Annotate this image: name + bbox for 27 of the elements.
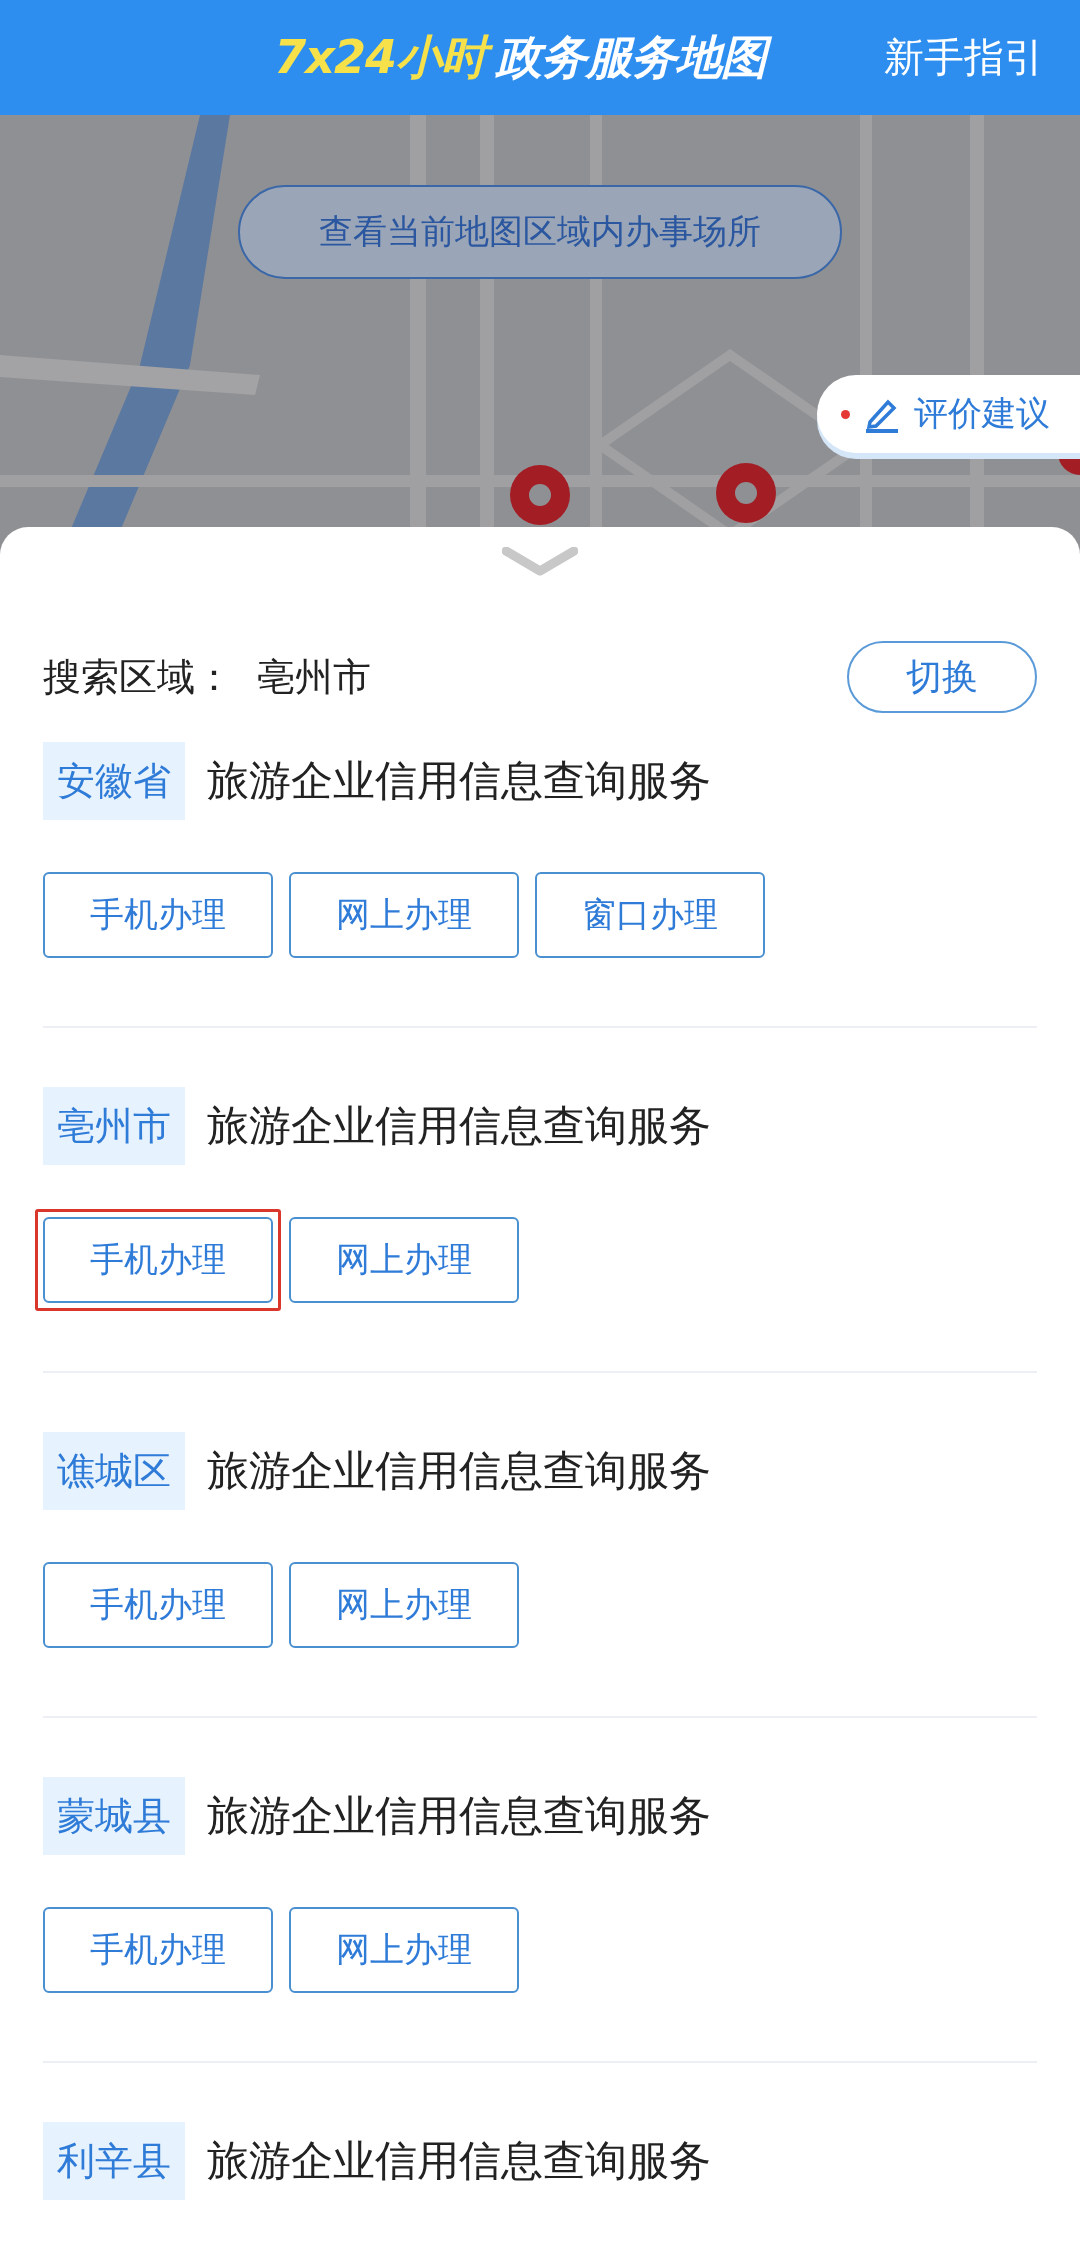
handle-button[interactable]: 网上办理 bbox=[289, 872, 519, 958]
service-name[interactable]: 旅游企业信用信息查询服务 bbox=[207, 2133, 711, 2189]
service-name[interactable]: 旅游企业信用信息查询服务 bbox=[207, 753, 711, 809]
area-search-button[interactable]: 查看当前地图区域内办事场所 bbox=[238, 185, 842, 279]
handle-button[interactable]: 手机办理 bbox=[43, 1562, 273, 1648]
service-name[interactable]: 旅游企业信用信息查询服务 bbox=[207, 1098, 711, 1154]
region-tag: 利辛县 bbox=[43, 2122, 185, 2200]
service-name[interactable]: 旅游企业信用信息查询服务 bbox=[207, 1443, 711, 1499]
handle-button[interactable]: 手机办理 bbox=[43, 872, 273, 958]
chevron-down-icon[interactable] bbox=[502, 547, 578, 577]
title-accent: 7x24小时 bbox=[272, 23, 494, 92]
region-tag: 安徽省 bbox=[43, 742, 185, 820]
handle-button[interactable]: 手机办理 bbox=[43, 1907, 273, 1993]
region-tag: 亳州市 bbox=[43, 1087, 185, 1165]
region-tag: 谯城区 bbox=[43, 1432, 185, 1510]
handle-button[interactable]: 网上办理 bbox=[289, 1907, 519, 1993]
page-title: 政务服务地图 bbox=[494, 23, 774, 92]
service-name[interactable]: 旅游企业信用信息查询服务 bbox=[207, 1788, 711, 1844]
guide-link[interactable]: 新手指引 bbox=[884, 30, 1044, 85]
handle-button[interactable]: 手机办理 bbox=[43, 1217, 273, 1303]
region-tag: 蒙城县 bbox=[43, 1777, 185, 1855]
handle-button[interactable]: 窗口办理 bbox=[535, 872, 765, 958]
handle-button[interactable]: 网上办理 bbox=[289, 1562, 519, 1648]
switch-button[interactable]: 切换 bbox=[847, 641, 1037, 713]
dot-icon bbox=[841, 409, 850, 419]
search-region-label: 搜索区域： 亳州市 bbox=[43, 653, 372, 701]
handle-button[interactable]: 网上办理 bbox=[289, 1217, 519, 1303]
